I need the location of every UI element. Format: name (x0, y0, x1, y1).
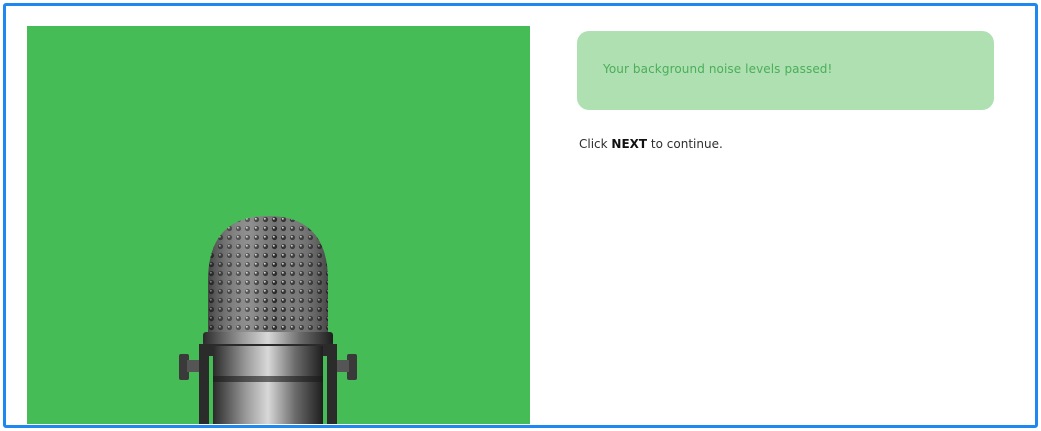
instruction-prefix: Click (579, 137, 612, 151)
instruction-keyword: NEXT (611, 137, 648, 151)
hero-image (27, 26, 530, 424)
noise-check-message: Your background noise levels passed! (603, 62, 833, 76)
setup-panel: Your background noise levels passed! Cli… (3, 3, 1038, 428)
instruction-suffix: to continue. (647, 137, 723, 151)
next-instruction: Click NEXT to continue. (579, 137, 723, 151)
noise-check-alert: Your background noise levels passed! (577, 31, 994, 110)
microphone-icon (179, 216, 357, 424)
